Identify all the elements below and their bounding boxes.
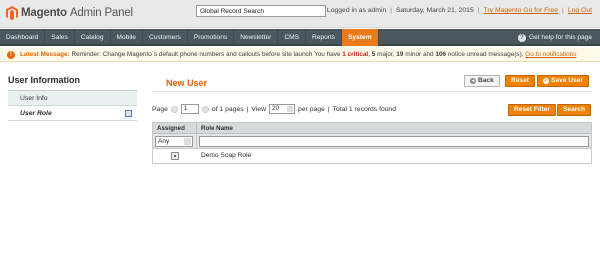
back-button[interactable]: ◂ Back [464, 75, 500, 87]
nav-customers[interactable]: Customers [143, 29, 188, 46]
notice-count: 106 [435, 51, 447, 58]
notice-you-have: You have [314, 51, 341, 58]
of-pages-text: of 1 pages [211, 105, 244, 113]
critical-count: 1 critical [342, 51, 369, 58]
reset-label: Reset [511, 77, 529, 84]
logo-brand: Magento [21, 7, 67, 19]
role-name-cell: Demo Soap Role [201, 152, 252, 159]
nav-promotions[interactable]: Promotions [188, 29, 235, 46]
header-user-links: Logged in as admin | Saturday, March 21,… [327, 7, 592, 14]
view-per-page-select[interactable]: 20 [269, 104, 295, 114]
column-header-role-name[interactable]: Role Name [197, 123, 591, 133]
sidebar-item-label: User Role [20, 110, 52, 117]
back-label: Back [478, 77, 494, 84]
save-user-button[interactable]: ✓ Save User [537, 75, 589, 87]
role-radio[interactable] [171, 152, 179, 160]
roles-grid: Assigned Role Name Any Demo Soap Role [152, 122, 592, 164]
major-label: major, [377, 51, 395, 58]
logout-link[interactable]: Log Out [568, 7, 592, 14]
next-page-icon[interactable] [201, 105, 209, 113]
search-button[interactable]: Search [557, 104, 591, 116]
view-label: View [251, 105, 266, 113]
pager-divider: | [246, 105, 249, 113]
total-records-text: Total 1 records found [332, 105, 397, 113]
back-arrow-icon: ◂ [470, 78, 476, 84]
grid-header: Assigned Role Name [153, 123, 591, 134]
view-value: 20 [272, 105, 280, 112]
notice-tail: notice unread message(s). [447, 51, 524, 58]
help-label: Get help for this page [528, 34, 592, 41]
save-label: Save User [551, 77, 583, 84]
global-search-input[interactable]: Global Record Search [196, 5, 326, 17]
notice-bar: ! Latest Message: Reminder: Change Magen… [0, 48, 600, 62]
page-label: Page [152, 105, 168, 113]
nav-mobile[interactable]: Mobile [111, 29, 143, 46]
notice-message: Reminder: Change Magento`s default phone… [71, 51, 313, 58]
filter-row: Any [153, 133, 591, 149]
pager: Page 1 of 1 pages | View 20 per page | T… [152, 104, 396, 114]
date-text: Saturday, March 21, 2015 [396, 7, 474, 14]
chevron-down-icon [287, 106, 293, 112]
prev-page-icon[interactable] [170, 105, 178, 113]
nav-cms[interactable]: CMS [278, 29, 306, 46]
header: Magento Admin Panel Global Record Search… [0, 0, 600, 28]
changed-tab-icon [125, 110, 132, 117]
reset-button[interactable]: Reset [505, 75, 535, 87]
logo-suffix: Admin Panel [69, 7, 133, 19]
notifications-link[interactable]: Go to notifications [525, 51, 576, 58]
nav-system[interactable]: System [342, 29, 379, 46]
table-row[interactable]: Demo Soap Role [153, 149, 591, 163]
page-input[interactable]: 1 [180, 104, 199, 114]
reset-filter-button[interactable]: Reset Filter [508, 104, 556, 116]
divider: | [477, 7, 480, 14]
pager-divider: | [327, 105, 330, 113]
nav-sales[interactable]: Sales [45, 29, 75, 46]
try-magento-link[interactable]: Try Magento Go for Free [484, 7, 559, 14]
minor-count: 19 [396, 51, 404, 58]
nav-newsletter[interactable]: Newsletter [234, 29, 279, 46]
logo-text: Magento Admin Panel [21, 7, 133, 19]
reset-filter-label: Reset Filter [514, 106, 550, 113]
help-icon: ? [517, 33, 526, 42]
per-page-text: per page [298, 105, 325, 113]
sidebar-item-user-info[interactable]: User Info [8, 91, 137, 106]
content-header: New User ◂ Back Reset ✓ Save User [152, 72, 592, 92]
nav-dashboard[interactable]: Dashboard [0, 29, 46, 46]
sidebar-title: User Information [8, 75, 137, 91]
main-content: New User ◂ Back Reset ✓ Save User Page 1… [152, 72, 592, 164]
minor-label: minor and [405, 51, 434, 58]
notice-label: Latest Message: [20, 51, 70, 58]
major-count: 5 [371, 51, 376, 58]
magento-logo-icon [6, 6, 18, 20]
role-name-filter-input[interactable] [199, 135, 589, 147]
main-nav: Dashboard Sales Catalog Mobile Customers… [0, 29, 600, 46]
logo[interactable]: Magento Admin Panel [6, 6, 133, 20]
nav-reports[interactable]: Reports [306, 29, 343, 46]
assigned-filter-value: Any [158, 137, 170, 145]
help-link[interactable]: ? Get help for this page [517, 29, 592, 46]
chevron-down-icon [184, 137, 191, 145]
divider: | [390, 7, 393, 14]
assigned-filter-select[interactable]: Any [155, 135, 193, 147]
page-title: New User [166, 78, 208, 88]
search-label: Search [563, 106, 585, 113]
logged-in-text: Logged in as admin [326, 7, 387, 14]
alert-icon: ! [7, 51, 15, 59]
nav-catalog[interactable]: Catalog [75, 29, 111, 46]
sidebar: User Information User Info User Role [8, 75, 137, 121]
sidebar-item-user-role[interactable]: User Role [8, 106, 137, 121]
column-header-assigned[interactable]: Assigned [153, 123, 197, 133]
divider: | [562, 7, 564, 14]
save-check-icon: ✓ [543, 78, 549, 84]
